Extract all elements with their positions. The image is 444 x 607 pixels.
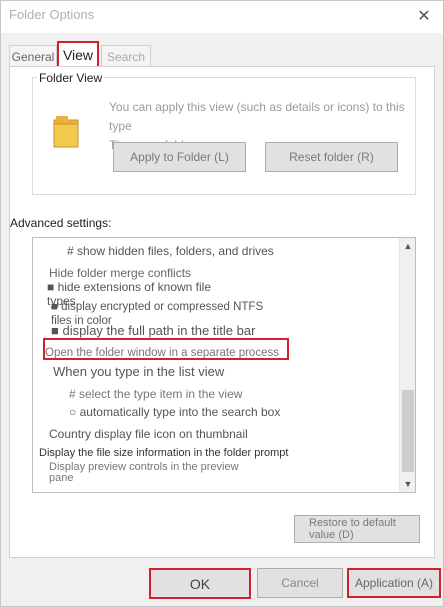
tab-general[interactable]: General [9,45,57,67]
close-icon[interactable]: ✕ [411,5,437,27]
list-item-full-path-title[interactable]: ■ display the full path in the title bar [51,324,255,338]
folder-options-dialog: Folder Options ✕ General View Search Fol… [0,0,444,607]
apply-button[interactable]: Application (A) [347,568,441,598]
reset-folder-button[interactable]: Reset folder (R) [265,142,398,172]
ok-button[interactable]: OK [149,568,251,599]
list-item-display-file-icon[interactable]: Country display file icon on thumbnail [49,427,248,441]
folder-view-group: Folder View You can apply this view (suc… [32,71,416,195]
folder-view-legend: Folder View [37,71,105,85]
list-item-show-hidden[interactable]: # show hidden files, folders, and drives [67,244,274,258]
view-tab-panel: Folder View You can apply this view (suc… [9,66,435,558]
list-item-preview-controls[interactable]: Display preview controls in the preview … [49,462,249,484]
advanced-settings-label: Advanced settings: [10,216,116,230]
title-bar: Folder Options ✕ [1,1,443,33]
scroll-thumb[interactable] [402,390,414,472]
scroll-up-icon[interactable]: ▲ [400,238,415,254]
list-item-file-size-prompt[interactable]: Display the file size information in the… [39,446,288,460]
window-title: Folder Options [9,7,95,22]
cancel-button[interactable]: Cancel [257,568,343,598]
list-item-select-typed[interactable]: # select the type item in the view [69,387,242,401]
separate-process-highlight [43,338,289,360]
tab-view[interactable]: View [57,41,99,68]
advanced-settings-list[interactable]: # show hidden files, folders, and drives… [32,237,416,493]
list-item-type-in-list-view: When you type in the list view [53,364,225,379]
folder-icon [53,116,79,148]
folder-view-description-line1: You can apply this view (such as details… [109,100,405,133]
scroll-down-icon[interactable]: ▼ [400,476,415,492]
apply-to-folder-button[interactable]: Apply to Folder (L) [113,142,246,172]
tab-search[interactable]: Search [101,45,151,67]
list-item-hide-merge-conflicts[interactable]: Hide folder merge conflicts [49,266,191,280]
advanced-list-scrollbar[interactable]: ▲ ▼ [399,238,415,492]
restore-defaults-button[interactable]: Restore to default value (D) [294,515,420,543]
list-item-type-into-search[interactable]: ○ automatically type into the search box [69,405,280,419]
